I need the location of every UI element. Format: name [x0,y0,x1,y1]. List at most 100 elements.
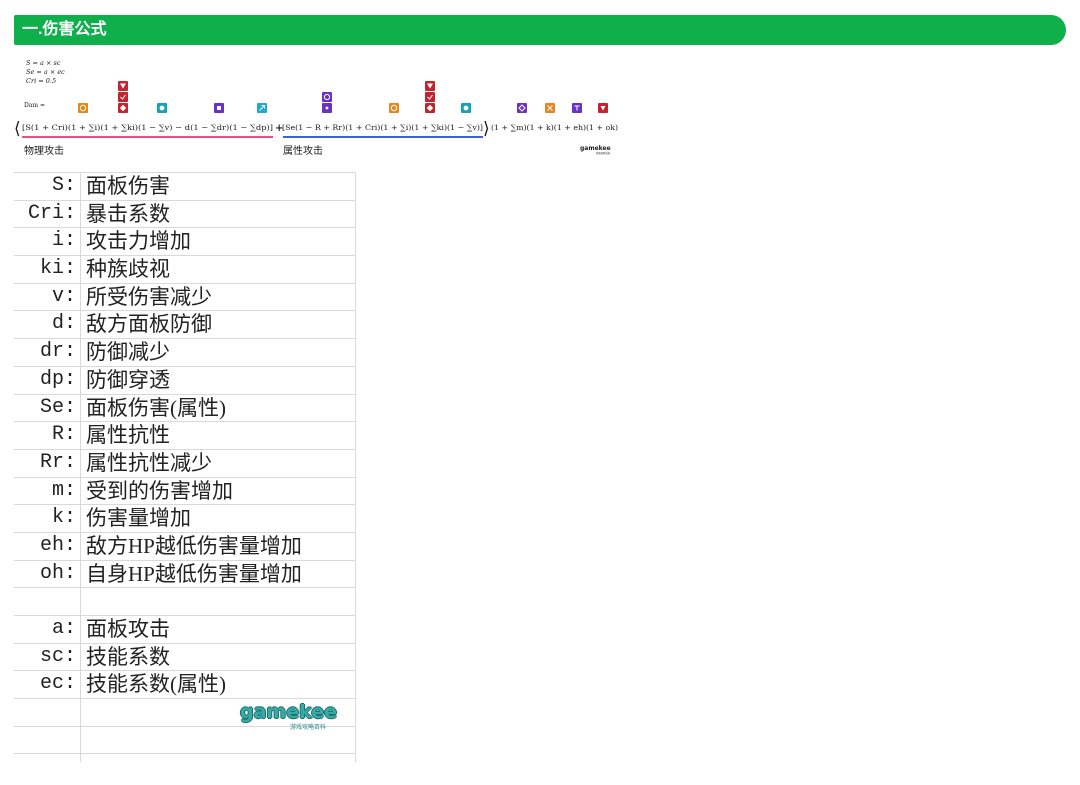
table-row: S: 面板伤害 [14,172,356,200]
term-meaning: 伤害量增加 [81,505,356,532]
term-symbol: ki: [14,256,81,283]
term-meaning: 种族歧视 [81,256,356,283]
table-row: i: 攻击力增加 [14,227,356,256]
empty-cell [14,754,81,762]
self-low-hp-damage-icon [598,103,608,113]
term-symbol: d: [14,311,81,339]
logo-name: gamekee [240,701,338,723]
definition-s: S = a × sc [26,59,61,67]
term-meaning: 技能系数(属性) [81,671,356,699]
term-meaning: 防御减少 [81,339,356,366]
term-meaning: 技能系数 [81,643,356,671]
damage-reduction-icon [157,103,167,113]
table-row: oh: 自身HP越低伤害量增加 [14,559,356,588]
mini-logo: gamekee [580,145,611,152]
term-meaning: 暴击系数 [81,200,356,228]
term-meaning: 面板伤害(属性) [81,394,356,422]
race-damage-icon [425,103,435,113]
term-symbol: dr: [14,339,81,366]
definition-se: Se = a × ec [26,68,65,76]
term-meaning: 攻击力增加 [81,228,356,256]
term-symbol: m: [14,477,81,505]
table-row: dp: 防御穿透 [14,365,356,394]
term-symbol: Se: [14,394,81,422]
table-row: dr: 防御减少 [14,338,356,366]
race-damage-icon [118,81,128,91]
empty-row [14,587,356,615]
enemy-low-hp-damage-icon [572,103,582,113]
multiplier-term: (1 + ∑m)(1 + k)(1 + eh)(1 + ok) [491,123,618,132]
race-damage-icon [425,92,435,102]
damage-reduction-icon [461,103,471,113]
empty-cell [81,588,356,615]
term-meaning: 面板伤害 [81,173,356,200]
damage-up-icon [545,103,555,113]
section-title: 一.伤害公式 [22,21,107,38]
term-meaning: 受到的伤害增加 [81,477,356,505]
table-row: R: 属性抗性 [14,421,356,449]
term-symbol: eh: [14,532,81,560]
term-symbol: i: [14,228,81,256]
empty-cell [81,754,356,762]
term-symbol: sc: [14,643,81,671]
term-meaning: 防御穿透 [81,366,356,394]
definition-cri: Cri = 0.5 [26,77,56,85]
term-symbol: Rr: [14,449,81,477]
table-row: Cri: 暴击系数 [14,199,356,228]
term-symbol: ec: [14,671,81,699]
defense-down-icon [214,103,224,113]
mini-logo-tagline: 游戏攻略百科 [596,151,611,155]
attack-up-icon [78,103,88,113]
term-symbol: oh: [14,560,81,588]
resist-down-icon [322,92,332,102]
term-meaning: 敌方面板防御 [81,311,356,339]
physical-attack-term: [S(1 + Cri)(1 + ∑i)(1 + ∑ki)(1 − ∑v) − d… [22,123,273,132]
term-symbol: a: [14,616,81,643]
term-meaning: 属性抗性减少 [81,449,356,477]
empty-cell [14,726,81,754]
empty-cell [14,588,81,615]
attribute-attack-term: [Se(1 − R + Rr)(1 + Cri)(1 + ∑i)(1 + ∑ki… [282,123,483,132]
term-symbol: S: [14,173,81,200]
damage-taken-up-icon [517,103,527,113]
term-meaning: 所受伤害减少 [81,283,356,311]
damage-formula-figure: S = a × sc Se = a × ec Cri = 0.5 Dam = ⟨… [14,59,618,157]
table-row: k: 伤害量增加 [14,504,356,532]
table-row: v: 所受伤害减少 [14,282,356,311]
term-symbol: R: [14,422,81,449]
open-bracket: ⟨ [14,119,21,139]
table-row: Se: 面板伤害(属性) [14,393,356,422]
table-row: ec: 技能系数(属性) [14,670,356,699]
term-symbol: v: [14,283,81,311]
table-row: a: 面板攻击 [14,615,356,643]
dam-label: Dam = [24,102,45,109]
table-row: eh: 敌方HP越低伤害量增加 [14,531,356,560]
race-damage-icon [425,81,435,91]
term-symbol: Cri: [14,200,81,228]
gamekee-logo: gamekee 游戏攻略百科 [240,700,340,734]
close-bracket: ⟩ [483,119,490,139]
term-meaning: 自身HP越低伤害量增加 [81,560,356,588]
term-meaning: 属性抗性 [81,422,356,449]
glossary-table: S: 面板伤害 Cri: 暴击系数 i: 攻击力增加 ki: 种族歧视 v: 所… [14,172,356,762]
attack-up-icon [389,103,399,113]
race-damage-icon [118,92,128,102]
table-row: m: 受到的伤害增加 [14,476,356,505]
logo-tagline: 游戏攻略百科 [290,724,327,731]
table-row: d: 敌方面板防御 [14,310,356,339]
term-meaning: 面板攻击 [81,616,356,643]
empty-row [14,753,356,762]
term-symbol: k: [14,505,81,532]
attribute-attack-label: 属性攻击 [283,144,323,157]
table-row: ki: 种族歧视 [14,255,356,283]
table-row: sc: 技能系数 [14,642,356,671]
term-symbol: dp: [14,366,81,394]
term-meaning: 敌方HP越低伤害量增加 [81,532,356,560]
section-header: 一.伤害公式 [14,15,1066,45]
physical-attack-label: 物理攻击 [24,144,64,157]
table-row: Rr: 属性抗性减少 [14,448,356,477]
defense-pierce-icon [257,103,267,113]
resist-down-icon [322,103,332,113]
race-damage-icon [118,103,128,113]
empty-cell [14,699,81,726]
